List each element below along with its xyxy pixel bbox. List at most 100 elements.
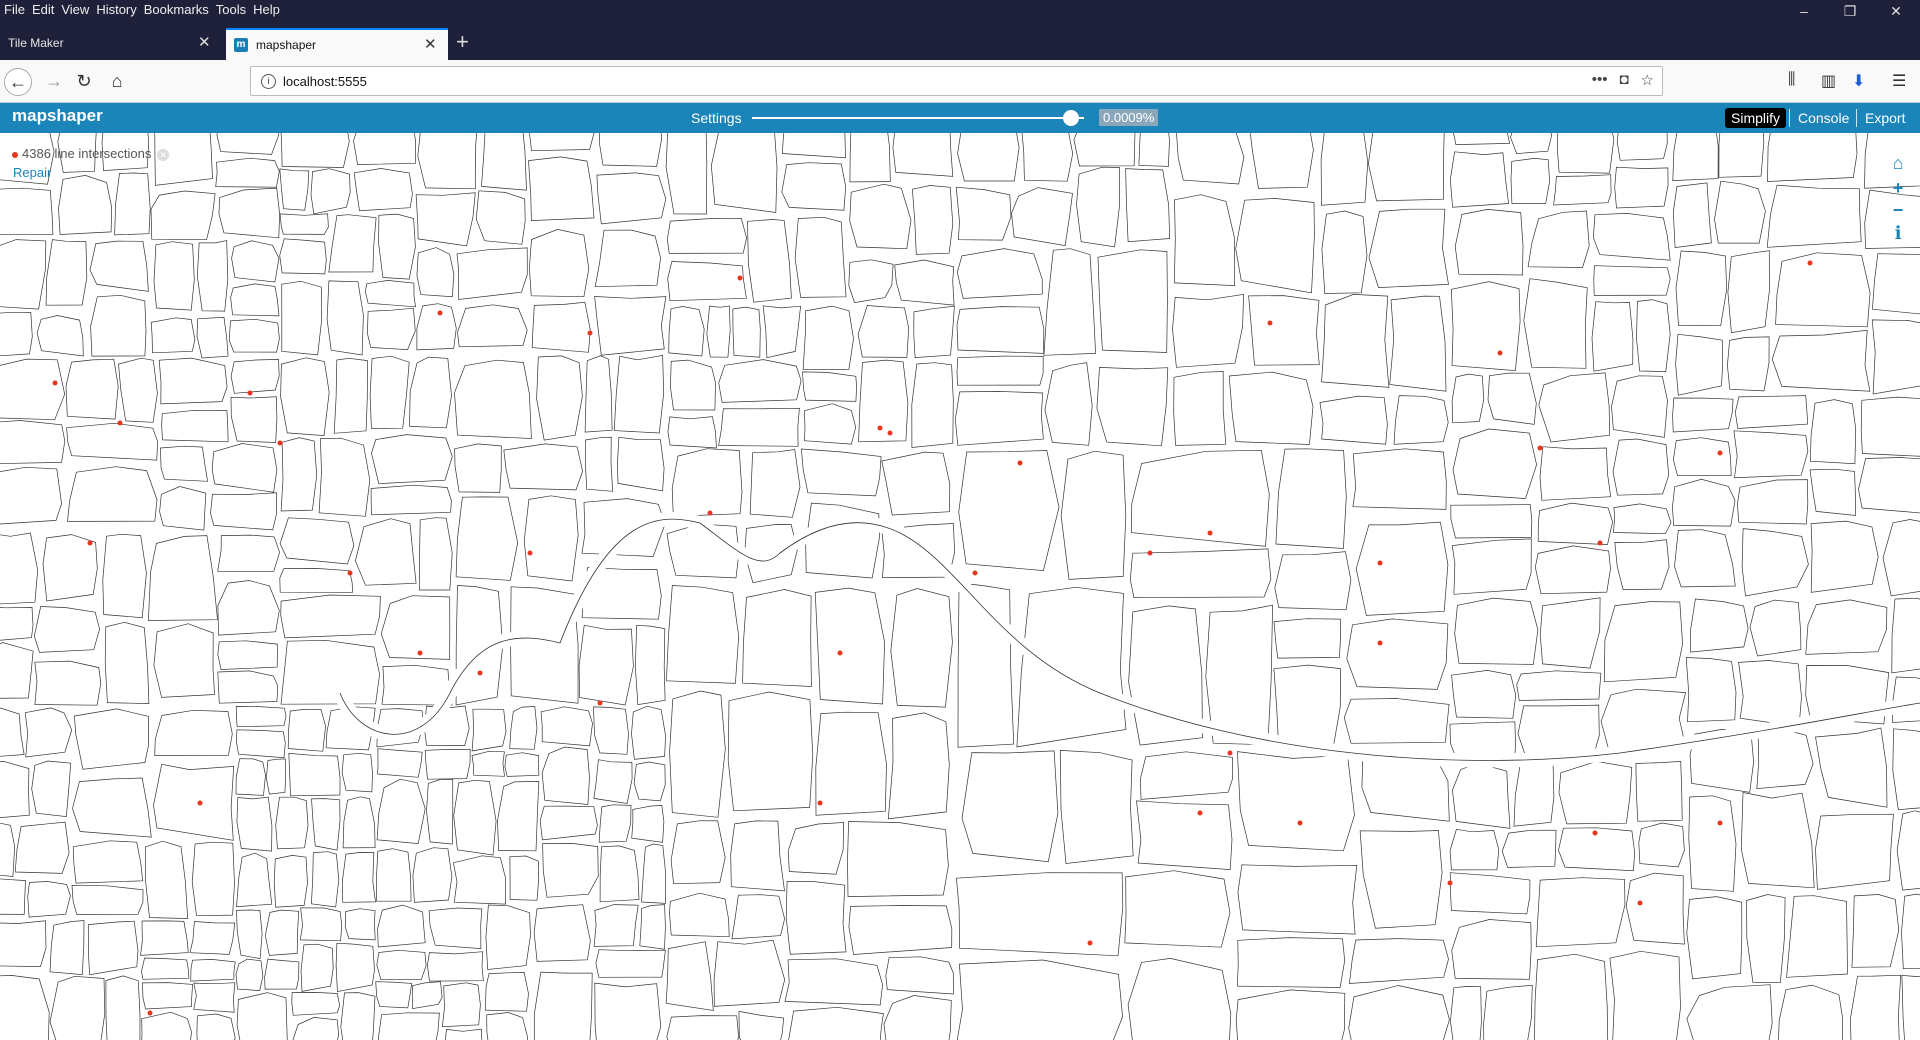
close-tab-icon[interactable]: ✕ (198, 35, 211, 51)
hamburger-menu-icon[interactable]: ☰ (1892, 71, 1906, 91)
map-polygon (1685, 657, 1737, 723)
map-polygon (14, 821, 70, 874)
map-polygon (90, 294, 147, 357)
map-polygon (1815, 727, 1888, 808)
console-button[interactable]: Console (1798, 108, 1849, 128)
map-polygon (371, 434, 453, 484)
map-polygon (954, 391, 1044, 446)
map-polygon (1741, 528, 1809, 597)
intersection-point (477, 670, 483, 676)
map-polygon (1674, 529, 1736, 588)
home-icon[interactable]: ⌂ (1888, 153, 1908, 173)
tab-tile-maker[interactable]: Tile Maker ✕ (0, 28, 224, 60)
simplify-slider[interactable] (752, 110, 1084, 126)
map-polygon (49, 920, 85, 975)
download-icon[interactable]: ⬇ (1852, 71, 1865, 91)
map-polygon (279, 213, 329, 235)
map-polygon (217, 580, 280, 636)
map-polygon (291, 992, 341, 1016)
intersection-point (147, 1010, 153, 1016)
map-polygon (67, 466, 158, 522)
reload-button[interactable]: ↻ (70, 68, 98, 96)
map-polygon (0, 920, 47, 967)
settings-button[interactable]: Settings (691, 110, 742, 126)
map-polygon (1352, 448, 1447, 510)
map-polygon (1591, 301, 1634, 372)
menu-help[interactable]: Help (249, 0, 283, 22)
map-polygon (913, 305, 955, 358)
slider-handle[interactable] (1062, 110, 1079, 126)
restore-button[interactable]: ❐ (1828, 0, 1872, 22)
close-tab-icon[interactable]: ✕ (424, 37, 437, 53)
map-polygon (593, 904, 639, 947)
map-polygon (210, 492, 277, 531)
simplify-button[interactable]: Simplify (1725, 108, 1787, 128)
info-icon[interactable]: ℹ (1888, 223, 1908, 243)
simplify-percentage-input[interactable]: 0.0009% (1099, 109, 1159, 126)
repair-link[interactable]: Repair (13, 165, 51, 180)
url-bar[interactable]: i localhost:5555 ••• ◘ ☆ (250, 66, 1663, 96)
sidebar-icon[interactable]: ▥ (1821, 71, 1836, 91)
map-polygon (0, 607, 34, 641)
intersection-point (1147, 550, 1153, 556)
back-button[interactable]: ← (4, 68, 32, 96)
map-polygon (217, 670, 279, 704)
export-button[interactable]: Export (1865, 108, 1905, 128)
new-tab-button[interactable]: + (456, 30, 469, 54)
map-polygon (738, 1010, 785, 1040)
map-polygon (718, 407, 800, 447)
menu-edit[interactable]: Edit (28, 0, 57, 22)
menu-bar: File Edit View History Bookmarks Tools H… (0, 0, 283, 22)
map-polygon (1612, 438, 1670, 496)
map-polygon (885, 956, 954, 995)
bookmark-star-icon[interactable]: ☆ (1641, 71, 1654, 89)
map-polygon (669, 690, 726, 818)
zoom-out-icon[interactable]: − (1888, 200, 1908, 220)
menu-history[interactable]: History (92, 0, 139, 22)
intersection-point (972, 570, 978, 576)
map-drawing[interactable] (0, 133, 1920, 1040)
close-icon[interactable]: ✕ (157, 149, 170, 161)
pocket-icon[interactable]: ◘ (1619, 71, 1628, 89)
library-icon[interactable]: ⫼ (1788, 71, 1795, 89)
url-text[interactable]: localhost:5555 (283, 74, 367, 89)
menu-tools[interactable]: Tools (212, 0, 249, 22)
map-polygon (1672, 397, 1734, 433)
map-polygon (1672, 182, 1712, 248)
site-info-icon[interactable]: i (261, 74, 276, 89)
map-polygon (1021, 133, 1074, 182)
map-polygon (417, 133, 478, 190)
intersection-point (1597, 540, 1603, 546)
map-canvas[interactable]: 4386 line intersections ✕ Repair ⌂ + − ℹ (0, 133, 1920, 1040)
intersection-point (52, 380, 58, 386)
menu-file[interactable]: File (0, 0, 28, 22)
map-polygon (536, 355, 583, 441)
map-polygon (911, 362, 954, 448)
close-window-button[interactable]: ✕ (1874, 0, 1918, 22)
app-logo: mapshaper (12, 106, 103, 125)
map-polygon (264, 958, 300, 990)
map-polygon (1688, 795, 1737, 892)
map-polygon (1556, 133, 1615, 174)
header-divider (1856, 109, 1857, 127)
forward-button[interactable]: → (40, 68, 68, 96)
map-polygon (890, 588, 953, 708)
tab-mapshaper[interactable]: m mapshaper ✕ (226, 28, 448, 60)
map-polygon (1625, 872, 1685, 945)
arrow-right-icon: → (45, 71, 63, 91)
map-polygon (1096, 367, 1169, 447)
map-polygon (1523, 278, 1588, 369)
home-button[interactable]: ⌂ (103, 68, 131, 96)
map-polygon (594, 296, 667, 356)
map-polygon (230, 396, 278, 443)
menu-bookmarks[interactable]: Bookmarks (140, 0, 212, 22)
map-polygon (1613, 503, 1672, 535)
map-polygon (730, 820, 785, 892)
page-actions-icon[interactable]: ••• (1592, 71, 1608, 89)
minimize-button[interactable]: – (1782, 0, 1826, 22)
map-polygon (1321, 210, 1368, 294)
zoom-in-icon[interactable]: + (1888, 178, 1908, 198)
intersection-point (437, 310, 443, 316)
menu-view[interactable]: View (57, 0, 92, 22)
map-polygon (1343, 698, 1450, 744)
